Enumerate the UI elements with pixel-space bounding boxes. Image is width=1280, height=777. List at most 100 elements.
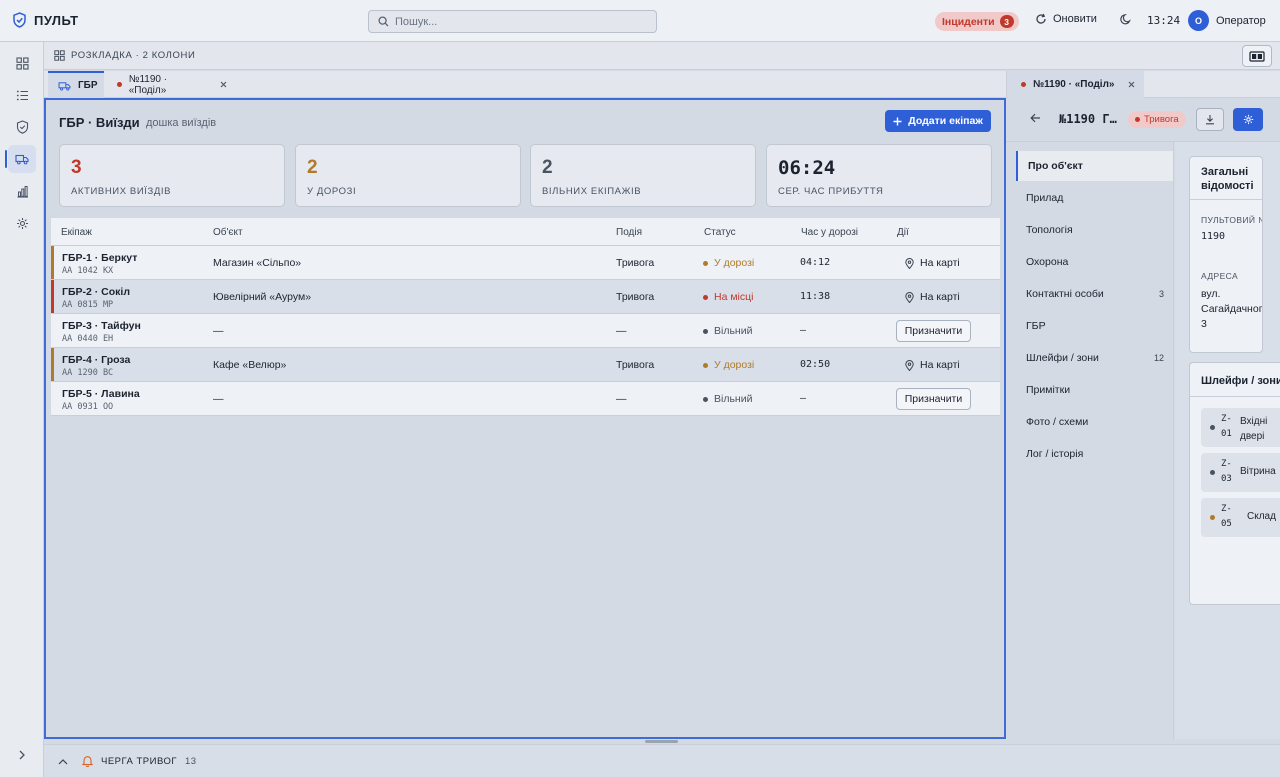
object-settings-button[interactable]	[1233, 108, 1263, 131]
status-badge: На місці	[703, 291, 754, 303]
stat-value: 2	[307, 157, 318, 178]
sidebar	[0, 42, 44, 777]
split-view-button[interactable]	[1242, 45, 1272, 67]
table-row[interactable]: ГБР-2 · Сокіл АА 0815 МР Ювелірний «Ауру…	[51, 280, 1000, 314]
incidents-label: Інциденти	[942, 15, 995, 28]
table-row[interactable]: ГБР-1 · Беркут АА 1042 КХ Магазин «Сільп…	[51, 246, 1000, 280]
layout-label[interactable]: РОЗКЛАДКА · 2 КОЛОНИ	[54, 50, 195, 61]
status-dot	[703, 260, 708, 266]
object-name: —	[213, 393, 224, 405]
sidebar-item-settings[interactable]	[8, 209, 36, 237]
object-title: №1190 Г…	[1059, 112, 1117, 126]
show-on-map-button[interactable]: На карті	[905, 291, 960, 303]
bar-chart-icon	[16, 185, 29, 198]
crew-name: ГБР-4 · Гроза	[62, 354, 131, 366]
zone-id: 05	[1221, 519, 1232, 529]
assign-button[interactable]: Призначити	[896, 320, 971, 342]
nav-photos[interactable]: Фото / схеми	[1016, 407, 1173, 437]
address-value: вул. Сагайдачного, 3	[1201, 288, 1263, 330]
refresh-button[interactable]: Оновити	[1035, 13, 1097, 25]
table-row[interactable]: ГБР-4 · Гроза АА 1290 ВС Кафе «Велюр» Тр…	[51, 348, 1000, 382]
nav-device[interactable]: Прилад	[1016, 183, 1173, 213]
nav-log[interactable]: Лог / історія	[1016, 439, 1173, 469]
tab-gbr[interactable]: ГБР	[48, 71, 104, 98]
nav-label: Лог / історія	[1026, 448, 1084, 460]
layout-grid-icon	[54, 50, 65, 61]
event-name: Тривога	[616, 257, 655, 269]
nav-label: ГБР	[1026, 320, 1046, 332]
nav-topology[interactable]: Топологія	[1016, 215, 1173, 245]
nav-contacts[interactable]: Контактні особи 3	[1016, 279, 1173, 309]
sidebar-item-security[interactable]	[8, 113, 36, 141]
tab-object-1190[interactable]: №1190 · «Поділ»	[107, 71, 237, 98]
assign-button[interactable]: Призначити	[896, 388, 971, 410]
object-header: №1190 Г… Тривога	[1006, 98, 1280, 142]
nav-label: Шлейфи / зони	[1026, 352, 1099, 364]
travel-time: –	[800, 393, 807, 404]
sidebar-expand-button[interactable]	[8, 741, 36, 769]
action-label: На карті	[920, 291, 960, 303]
zone-item[interactable]: Z- 01 Вхідні двері	[1201, 408, 1280, 447]
travel-time: –	[800, 325, 807, 336]
download-button[interactable]	[1196, 108, 1224, 131]
table-row[interactable]: ГБР-5 · Лавина АА 0931 ОО — — Вільний – …	[51, 382, 1000, 416]
app-brand[interactable]: ПУЛЬТ	[12, 12, 79, 28]
stat-label: У ДОРОЗІ	[307, 186, 357, 197]
show-on-map-button[interactable]: На карті	[905, 359, 960, 371]
sidebar-item-list[interactable]	[8, 81, 36, 109]
tab-object-1190-right[interactable]: №1190 · «Поділ»	[1007, 71, 1144, 98]
object-name: —	[213, 325, 224, 337]
zone-status-dot	[1210, 470, 1215, 475]
zone-item[interactable]: Z- 05 Склад	[1201, 498, 1280, 537]
close-icon[interactable]	[1128, 81, 1135, 88]
nav-label: Охорона	[1026, 256, 1069, 268]
search-input[interactable]: Пошук...	[368, 10, 657, 33]
object-details: Загальні відомості ПУЛЬТОВИЙ № 1190 АДРЕ…	[1175, 142, 1280, 739]
show-on-map-button[interactable]: На карті	[905, 257, 960, 269]
zone-name: Вітрина	[1240, 466, 1276, 477]
zone-item[interactable]: Z- 03 Вітрина	[1201, 453, 1280, 492]
nav-guard[interactable]: Охорона	[1016, 247, 1173, 277]
alarm-queue-toggle[interactable]: ЧЕРГА ТРИВОГ 13	[58, 755, 197, 767]
incidents-badge[interactable]: Інциденти 3	[935, 12, 1019, 31]
nav-zones[interactable]: Шлейфи / зони 12	[1016, 343, 1173, 373]
column-header[interactable]: Подія	[616, 227, 642, 238]
alarm-queue-bar[interactable]: ЧЕРГА ТРИВОГ 13	[44, 744, 1280, 777]
sidebar-item-gbr[interactable]	[5, 145, 36, 173]
avatar: О	[1188, 10, 1209, 31]
sidebar-item-dashboard[interactable]	[8, 49, 36, 77]
status-text: У дорозі	[714, 257, 755, 269]
nav-label: Прилад	[1026, 192, 1064, 204]
close-icon[interactable]	[220, 81, 227, 88]
user-name: Оператор	[1216, 14, 1266, 27]
right-tab-bar: №1190 · «Поділ»	[1006, 71, 1280, 98]
chevron-right-icon	[18, 750, 26, 760]
column-header[interactable]: Екіпаж	[61, 227, 92, 238]
address-label: АДРЕСА	[1201, 271, 1239, 281]
theme-toggle-moon-icon[interactable]	[1120, 13, 1132, 25]
list-icon	[16, 89, 29, 102]
nav-about-object[interactable]: Про об'єкт	[1016, 151, 1173, 181]
column-header[interactable]: Статус	[704, 227, 736, 238]
column-header[interactable]: Час у дорозі	[801, 227, 858, 238]
zone-id: Z-	[1221, 414, 1232, 424]
nav-gbr[interactable]: ГБР	[1016, 311, 1173, 341]
status-badge: Вільний	[703, 393, 752, 405]
crews-table: Екіпаж Об'єкт Подія Статус Час у дорозі …	[51, 218, 1000, 416]
status-text: Вільний	[714, 393, 753, 405]
add-crew-button[interactable]: Додати екіпаж	[885, 110, 991, 132]
table-row[interactable]: ГБР-3 · Тайфун АА 0440 ЕН — — Вільний – …	[51, 314, 1000, 348]
layout-text: РОЗКЛАДКА · 2 КОЛОНИ	[71, 50, 196, 61]
back-arrow-icon[interactable]	[1030, 113, 1041, 123]
stat-avg-arrival: 06:24 СЕР. ЧАС ПРИБУТТЯ	[766, 144, 992, 207]
console-number-label: ПУЛЬТОВИЙ №	[1201, 215, 1263, 225]
sidebar-item-reports[interactable]	[8, 177, 36, 205]
nav-notes[interactable]: Примітки	[1016, 375, 1173, 405]
user-menu[interactable]: О Оператор	[1188, 10, 1266, 31]
resize-handle[interactable]	[645, 740, 678, 743]
row-status-bar	[51, 280, 54, 313]
column-header[interactable]: Об'єкт	[213, 227, 243, 238]
shield-logo-icon	[12, 12, 27, 28]
map-pin-icon	[905, 359, 914, 371]
status-badge: Вільний	[703, 325, 752, 337]
